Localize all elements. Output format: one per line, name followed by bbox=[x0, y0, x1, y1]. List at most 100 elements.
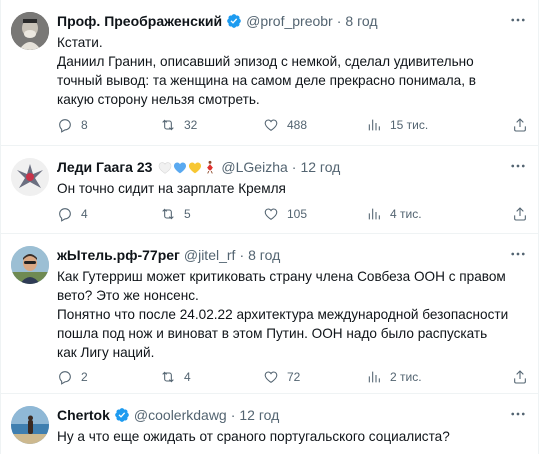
share-button[interactable] bbox=[512, 204, 528, 224]
views-button[interactable]: 2 тис. bbox=[366, 367, 422, 387]
like-count: 488 bbox=[287, 118, 308, 132]
views-icon bbox=[368, 208, 380, 220]
like-button[interactable]: 72 bbox=[263, 367, 300, 387]
views-count: 4 тис. bbox=[390, 207, 422, 221]
share-icon bbox=[514, 118, 526, 132]
timestamp[interactable]: 12 год bbox=[239, 407, 279, 423]
author-handle[interactable]: @LGeizha bbox=[221, 159, 287, 175]
reply-count: 2 bbox=[81, 370, 88, 384]
retweet-button[interactable]: 5 bbox=[160, 204, 191, 224]
retweet-icon bbox=[162, 208, 174, 220]
tweet-text-line: Понятно что после 24.02.22 архитектура м… bbox=[57, 307, 509, 322]
tweet-text-line: Как Гутерриш может критиковать страну чл… bbox=[57, 269, 506, 284]
reply-button[interactable]: 2 bbox=[57, 367, 88, 387]
tweet-text-line: Он точно сидит на зарплате Кремля bbox=[57, 181, 286, 196]
author-name[interactable]: Леди Гаага 23 bbox=[57, 159, 152, 175]
reply-icon bbox=[59, 208, 71, 222]
timestamp[interactable]: 8 год bbox=[248, 247, 280, 263]
like-icon bbox=[264, 119, 278, 131]
avatar[interactable] bbox=[11, 246, 49, 284]
blue-heart-icon bbox=[174, 162, 187, 173]
views-icon bbox=[368, 119, 380, 131]
author-handle[interactable]: @jitel_rf bbox=[184, 247, 236, 263]
share-icon bbox=[514, 207, 526, 221]
tweet-text-line: Ну а что еще ожидать от сраного португал… bbox=[57, 429, 450, 444]
author-handle[interactable]: @coolerkdawg bbox=[134, 407, 227, 423]
tweet[interactable]: Chertok @coolerkdawg · 12 год Ну а что е… bbox=[1, 394, 538, 454]
reply-button[interactable]: 4 bbox=[57, 204, 88, 224]
reply-icon bbox=[59, 119, 71, 133]
avatar-photo-image bbox=[11, 246, 49, 284]
tweet-text: Как Гутерриш может критиковать страну чл… bbox=[57, 267, 510, 362]
author-name[interactable]: жЫтель.рф-77рег bbox=[57, 247, 180, 263]
retweet-button[interactable]: 4 bbox=[160, 367, 191, 387]
avatar[interactable] bbox=[11, 406, 49, 444]
tweet-text: Кстати. Даниил Гранин, описавший эпизод … bbox=[57, 33, 510, 109]
tweet[interactable]: жЫтель.рф-77рег @jitel_rf · 8 год Как Гу… bbox=[1, 234, 538, 394]
separator-dot: · bbox=[336, 13, 342, 29]
tweet[interactable]: Леди Гаага 23 @LGeizha · 12 год Он точно… bbox=[1, 146, 538, 234]
tweet-text-line: точный вывод: та женщина на самом деле п… bbox=[57, 73, 476, 88]
more-icon[interactable] bbox=[508, 156, 528, 176]
verified-badge-icon bbox=[114, 407, 130, 423]
retweet-count: 4 bbox=[184, 370, 191, 384]
like-icon bbox=[264, 208, 278, 220]
tweet-text: Ну а что еще ожидать от сраного португал… bbox=[57, 427, 510, 446]
avatar[interactable] bbox=[11, 158, 49, 196]
avatar-beach-image bbox=[11, 406, 49, 444]
tweet-header: Леди Гаага 23 @LGeizha · 12 год bbox=[57, 157, 500, 177]
author-handle[interactable]: @prof_preobr bbox=[246, 13, 333, 29]
tweet-text-line: Кстати. bbox=[57, 35, 103, 50]
action-bar: 8 32 488 15 тис. bbox=[57, 115, 528, 135]
author-name[interactable]: Проф. Преображенский bbox=[57, 13, 222, 29]
tweet[interactable]: Проф. Преображенский @prof_preobr · 8 го… bbox=[1, 0, 538, 146]
tweet-text-line: пошла под нож и виноват в этом Путин. ОО… bbox=[57, 326, 488, 341]
tweet-text-line: как Лигу наций. bbox=[57, 345, 155, 360]
like-icon bbox=[264, 371, 278, 383]
separator-dot: · bbox=[230, 407, 236, 423]
tweet-header: Проф. Преображенский @prof_preobr · 8 го… bbox=[57, 11, 500, 31]
views-count: 2 тис. bbox=[390, 370, 422, 384]
views-button[interactable]: 4 тис. bbox=[366, 204, 422, 224]
retweet-icon bbox=[162, 371, 174, 383]
retweet-count: 32 bbox=[184, 118, 198, 132]
views-button[interactable]: 15 тис. bbox=[366, 115, 428, 135]
retweet-button[interactable]: 32 bbox=[160, 115, 197, 135]
avatar[interactable] bbox=[11, 12, 49, 50]
avatar-emblem-image bbox=[11, 158, 49, 196]
views-count: 15 тис. bbox=[390, 118, 429, 132]
share-button[interactable] bbox=[512, 367, 528, 387]
like-button[interactable]: 105 bbox=[263, 204, 307, 224]
action-bar: 2 4 72 2 тис. bbox=[57, 367, 528, 387]
reply-button[interactable]: 8 bbox=[57, 115, 88, 135]
avatar-portrait-image bbox=[11, 12, 49, 50]
reply-icon bbox=[59, 371, 71, 385]
author-name[interactable]: Chertok bbox=[57, 407, 110, 423]
share-button[interactable] bbox=[512, 115, 528, 135]
separator-dot: · bbox=[239, 247, 245, 263]
timestamp[interactable]: 12 год bbox=[300, 159, 340, 175]
retweet-count: 5 bbox=[184, 207, 191, 221]
white-heart-icon bbox=[159, 161, 172, 174]
action-bar: 4 5 105 4 тис. bbox=[57, 204, 528, 224]
heart-emoji-row bbox=[158, 160, 217, 174]
like-count: 105 bbox=[287, 207, 308, 221]
more-icon[interactable] bbox=[508, 244, 528, 264]
like-button[interactable]: 488 bbox=[263, 115, 307, 135]
tweet-header: Chertok @coolerkdawg · 12 год bbox=[57, 405, 500, 425]
more-icon[interactable] bbox=[508, 404, 528, 424]
timestamp[interactable]: 8 год bbox=[345, 13, 377, 29]
timeline: Проф. Преображенский @prof_preobr · 8 го… bbox=[0, 0, 539, 454]
like-count: 72 bbox=[287, 370, 301, 384]
tweet-header: жЫтель.рф-77рег @jitel_rf · 8 год bbox=[57, 245, 500, 265]
reply-count: 8 bbox=[81, 118, 88, 132]
yellow-heart-icon bbox=[189, 162, 202, 173]
views-icon bbox=[368, 371, 380, 383]
more-icon[interactable] bbox=[508, 10, 528, 30]
share-icon bbox=[514, 370, 526, 384]
retweet-icon bbox=[162, 119, 174, 131]
verified-badge-icon bbox=[226, 13, 242, 29]
tweet-text-line: вето? Это же нонсенс. bbox=[57, 288, 199, 303]
tweet-text-line: Даниил Гранин, описавший эпизод с немкой… bbox=[57, 54, 474, 69]
reply-count: 4 bbox=[81, 207, 88, 221]
